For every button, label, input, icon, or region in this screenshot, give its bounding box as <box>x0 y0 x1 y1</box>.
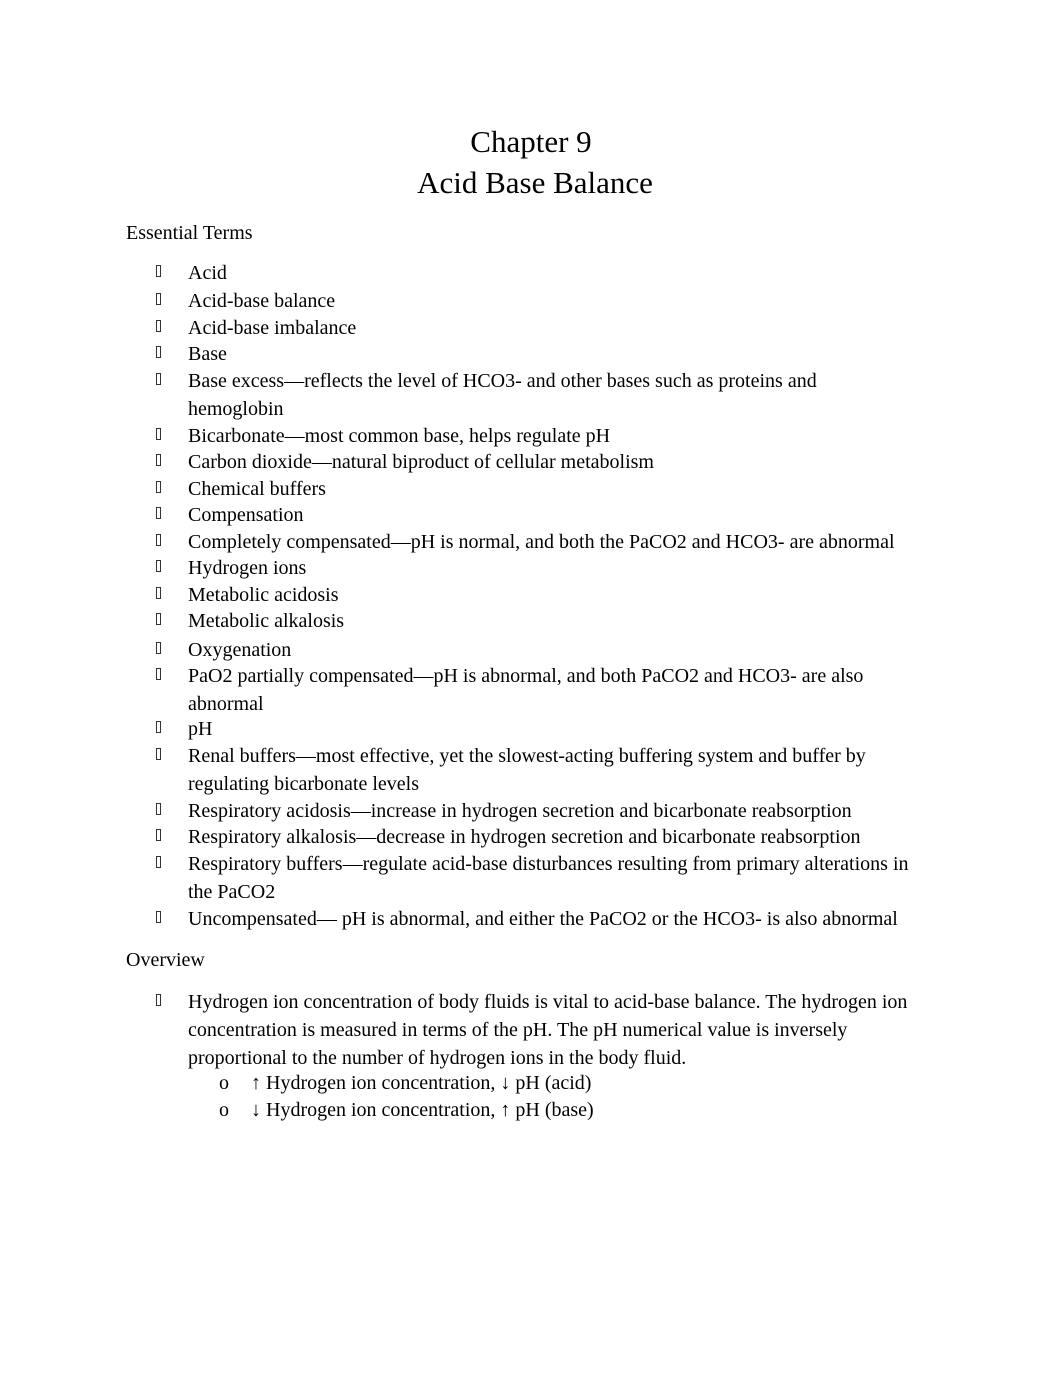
chapter-title: Acid Base Balance <box>417 165 653 200</box>
bullet-icon <box>156 911 161 923</box>
document-page: Chapter 9 Acid Base Balance Essential Te… <box>0 0 1062 1377</box>
bullet-icon <box>156 346 161 358</box>
bullet-icon <box>156 642 161 654</box>
sub-bullet-icon: o <box>219 1099 229 1121</box>
bullet-icon <box>156 320 161 332</box>
bullet-icon <box>156 587 161 599</box>
bullet-icon <box>156 373 161 385</box>
bullet-icon <box>156 721 161 733</box>
bullet-icon <box>156 481 161 493</box>
bullet-icon <box>156 613 161 625</box>
bullet-icon <box>156 829 161 841</box>
bullet-icon <box>156 428 161 440</box>
essential-terms-heading: Essential Terms <box>126 222 253 244</box>
bullet-icon <box>156 293 161 305</box>
bullet-icon <box>156 803 161 815</box>
chapter-number: Chapter 9 <box>470 124 592 159</box>
sub-bullet-icon: o <box>219 1072 229 1094</box>
bullet-icon <box>156 856 161 868</box>
bullet-icon <box>156 265 161 277</box>
bullet-icon <box>156 668 161 680</box>
overview-heading: Overview <box>126 949 205 971</box>
bullet-icon <box>156 507 161 519</box>
bullet-icon <box>156 994 161 1006</box>
bullet-icon <box>156 748 161 760</box>
bullet-icon <box>156 454 161 466</box>
bullet-icon <box>156 534 161 546</box>
bullet-icon <box>156 560 161 572</box>
